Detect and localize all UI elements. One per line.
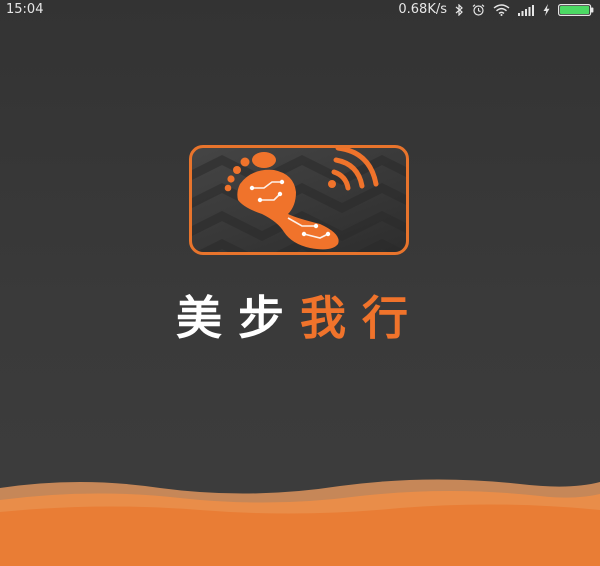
status-right-group: 0.68K/s [398,2,594,17]
bottom-wave-decoration [0,479,600,566]
alarm-icon [472,3,485,16]
bluetooth-icon [455,3,463,16]
wifi-icon [493,3,510,16]
footprint-signal-icon [192,148,406,252]
app-name-part1: 美步 [176,291,300,345]
app-name: 美步我行 [0,282,600,348]
signal-icon [518,4,534,16]
battery-icon [558,3,594,16]
charging-icon [543,3,550,16]
app-name-part2: 我行 [300,291,424,345]
status-bar: 15:04 0.68K/s [0,0,600,20]
network-speed: 0.68K/s [398,2,447,17]
splash-screen: 15:04 0.68K/s 美步我行 [0,0,600,566]
app-logo [189,145,409,255]
status-time: 15:04 [6,2,44,17]
